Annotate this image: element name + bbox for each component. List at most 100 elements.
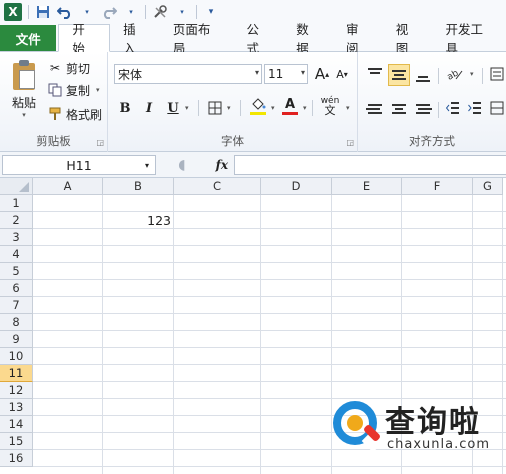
column-header-b[interactable]: B (103, 178, 174, 195)
redo-icon[interactable] (101, 3, 117, 21)
tab-view[interactable]: 视图 (383, 22, 433, 56)
copy-label: 复制 (66, 83, 91, 98)
grid-row-line (33, 245, 506, 246)
fill-color-dropdown-icon[interactable]: ▾ (271, 104, 275, 112)
chaxunla-watermark: 查询啦 chaxunla.com (333, 393, 503, 457)
row-header-10[interactable]: 10 (0, 348, 33, 365)
column-header-d[interactable]: D (261, 178, 332, 195)
fx-area: ◖ fx (160, 155, 232, 175)
watermark-title: 查询啦 (385, 405, 481, 440)
bottom-align-button[interactable] (412, 64, 434, 86)
alignment-group-label: 对齐方式 (409, 134, 455, 148)
column-header-f[interactable]: F (402, 178, 473, 195)
increase-indent-button[interactable] (466, 98, 484, 118)
alignment-group: ab ▾ 对齐方式 (358, 52, 506, 152)
italic-button[interactable]: I (140, 98, 158, 118)
tools-icon[interactable] (152, 3, 168, 21)
undo-icon[interactable] (57, 3, 73, 21)
tab-review[interactable]: 审阅 (333, 22, 383, 56)
column-header-a[interactable]: A (33, 178, 103, 195)
font-color-swatch (282, 111, 298, 115)
scissors-icon: ✂ (49, 61, 61, 75)
row-header-11[interactable]: 11 (0, 365, 33, 382)
row-header-5[interactable]: 5 (0, 263, 33, 280)
excel-logo-icon[interactable]: X (4, 3, 22, 21)
ribbon-divider (438, 68, 439, 84)
grid-row-line (33, 313, 506, 314)
column-header-e[interactable]: E (332, 178, 402, 195)
borders-dropdown-icon[interactable]: ▾ (227, 104, 231, 112)
row-header-16[interactable]: 16 (0, 450, 33, 467)
row-header-14[interactable]: 14 (0, 416, 33, 433)
name-box[interactable]: H11 ▾ (2, 155, 156, 175)
row-header-6[interactable]: 6 (0, 280, 33, 297)
font-color-icon: A (284, 96, 296, 112)
tab-home[interactable]: 开始 (58, 22, 111, 56)
row-header-2[interactable]: 2 (0, 212, 33, 229)
tab-file[interactable]: 文件 (0, 25, 57, 51)
font-color-dropdown-icon[interactable]: ▾ (303, 104, 307, 112)
chevron-down-icon: ▾ (300, 68, 305, 77)
copy-button[interactable]: 复制 ▾ (48, 80, 100, 100)
row-header-1[interactable]: 1 (0, 195, 33, 212)
grow-font-button[interactable]: A ▴ (314, 64, 330, 84)
ribbon-divider (438, 102, 439, 118)
fill-color-button[interactable] (248, 96, 268, 116)
chevron-down-icon[interactable]: ▾ (145, 161, 149, 170)
insert-function-button[interactable]: fx (216, 158, 228, 172)
copy-dropdown-icon[interactable]: ▾ (96, 86, 100, 94)
select-all-button[interactable] (0, 178, 33, 195)
font-color-button[interactable]: A (280, 96, 300, 116)
paste-button[interactable]: 粘贴 ▾ (6, 58, 42, 122)
grid-row-line (33, 347, 506, 348)
align-right-button[interactable] (412, 98, 434, 120)
column-header-g[interactable]: G (473, 178, 503, 195)
middle-align-button[interactable] (388, 64, 410, 86)
orientation-dropdown-icon[interactable]: ▾ (470, 70, 474, 78)
formula-bar: H11 ▾ ◖ fx (0, 152, 506, 178)
phonetic-dropdown-icon[interactable]: ▾ (346, 104, 350, 112)
font-group: 宋体 ▾ 11 ▾ A ▴ A ▾ B I U ▾ ▾ ▾ A ▾ wén 文 … (108, 52, 358, 152)
decrease-indent-button[interactable] (444, 98, 462, 118)
underline-button[interactable]: U (164, 98, 182, 118)
qat-separator (145, 5, 146, 19)
orientation-button[interactable]: ab (444, 64, 466, 84)
tab-page-layout[interactable]: 页面布局 (160, 22, 234, 56)
row-header-9[interactable]: 9 (0, 331, 33, 348)
align-center-button[interactable] (388, 98, 410, 120)
row-header-7[interactable]: 7 (0, 297, 33, 314)
tab-insert[interactable]: 插入 (110, 22, 160, 56)
row-header-13[interactable]: 13 (0, 399, 33, 416)
row-header-8[interactable]: 8 (0, 314, 33, 331)
row-header-15[interactable]: 15 (0, 433, 33, 450)
font-name-select[interactable]: 宋体 ▾ (114, 64, 262, 84)
bold-button[interactable]: B (116, 98, 134, 118)
cell-b2[interactable]: 123 (103, 212, 174, 229)
underline-dropdown-icon[interactable]: ▾ (185, 104, 189, 112)
clipboard-launcher-icon[interactable]: ◲ (96, 138, 104, 147)
font-launcher-icon[interactable]: ◲ (346, 138, 354, 147)
row-header-12[interactable]: 12 (0, 382, 33, 399)
phonetic-button[interactable]: wén 文 (318, 96, 342, 116)
wrap-text-button[interactable] (488, 64, 506, 84)
font-size-value: 11 (268, 67, 284, 81)
tab-data[interactable]: 数据 (283, 22, 333, 56)
font-size-select[interactable]: 11 ▾ (264, 64, 308, 84)
paste-dropdown-icon[interactable]: ▾ (22, 111, 26, 119)
format-painter-button[interactable]: 格式刷 (48, 104, 102, 124)
row-header-4[interactable]: 4 (0, 246, 33, 263)
shrink-font-button[interactable]: A ▾ (334, 64, 350, 84)
borders-button[interactable] (206, 98, 224, 118)
cut-button[interactable]: ✂ 剪切 (48, 58, 90, 78)
grid-row-line (33, 381, 506, 382)
formula-input[interactable] (234, 155, 506, 175)
save-icon[interactable] (35, 3, 51, 21)
tab-developer[interactable]: 开发工具 (433, 22, 506, 56)
tab-formulas[interactable]: 公式 (233, 22, 283, 56)
decrease-indent-icon (446, 102, 459, 114)
top-align-button[interactable] (364, 64, 386, 86)
align-left-button[interactable] (364, 98, 386, 120)
row-header-3[interactable]: 3 (0, 229, 33, 246)
merge-center-button[interactable] (488, 98, 506, 118)
column-header-c[interactable]: C (174, 178, 261, 195)
